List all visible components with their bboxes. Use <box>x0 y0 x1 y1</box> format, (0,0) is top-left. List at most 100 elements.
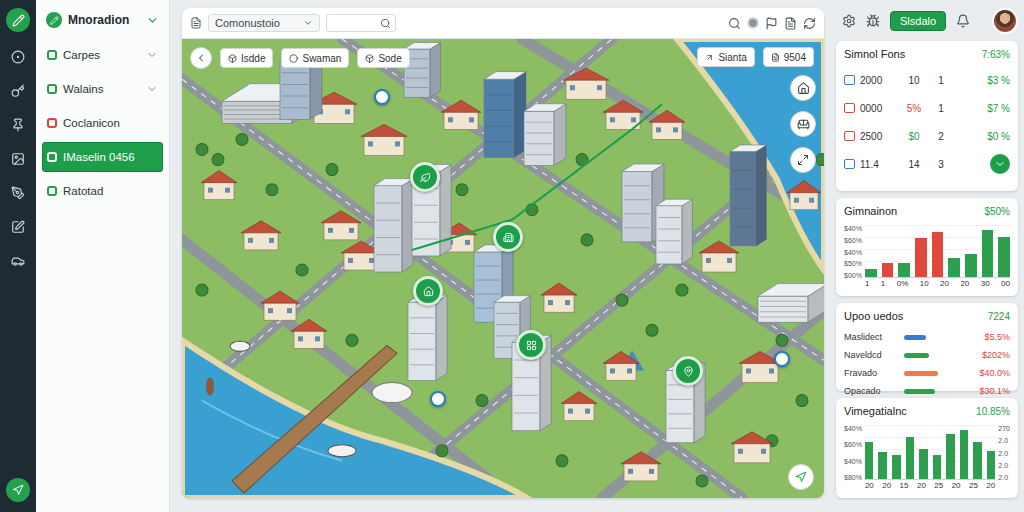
row-icon <box>844 75 855 85</box>
map-marker[interactable] <box>430 391 446 407</box>
card-header: Gimnainon$50% <box>844 205 1010 217</box>
document-icon <box>771 53 780 62</box>
rail-nav-icon[interactable] <box>9 48 27 66</box>
search-icon <box>380 18 391 29</box>
search-icon[interactable] <box>728 17 741 30</box>
chart-bar[interactable] <box>865 442 874 479</box>
sidebar-title[interactable]: Mnoradion <box>42 8 163 32</box>
chevron-icon <box>146 83 158 95</box>
y-axis: $40%$60%$40%$50%$00% <box>844 225 862 289</box>
status-dot[interactable] <box>747 17 759 29</box>
refresh-icon[interactable] <box>803 17 816 30</box>
house-icon <box>261 291 299 320</box>
flag-icon[interactable] <box>765 17 778 30</box>
folder-icon[interactable] <box>190 17 202 29</box>
chart-bar[interactable] <box>946 434 955 479</box>
settings-icon[interactable] <box>842 14 856 28</box>
rail-nav-icon[interactable] <box>9 252 27 270</box>
item-icon <box>47 152 57 162</box>
sidebar-item[interactable]: IMaselin 0456 <box>42 142 163 172</box>
stats-row: 00005%1$7 % <box>844 96 1010 120</box>
house-icon <box>787 181 821 210</box>
row-icon <box>844 131 855 141</box>
map-chip[interactable]: 9504 <box>763 47 814 67</box>
user-avatar[interactable] <box>992 8 1018 34</box>
house-icon <box>621 452 661 481</box>
card-header: Upoo uedos7224 <box>844 310 1010 322</box>
chart-bar[interactable] <box>865 269 877 277</box>
update-row: Maslidect$5.5% <box>844 330 1010 344</box>
y-axis-right: 2702.02.02.02.0 <box>998 425 1010 491</box>
map-pin[interactable] <box>673 356 703 386</box>
stats-row: 11.4143 <box>844 152 1010 176</box>
chart-bar[interactable] <box>878 452 887 479</box>
chart-bar[interactable] <box>906 437 915 479</box>
map-pin[interactable] <box>413 276 443 306</box>
rail-nav-icon[interactable] <box>9 82 27 100</box>
building-icon <box>656 199 692 264</box>
map-chip[interactable]: Sode <box>357 48 409 68</box>
rail-nav-icon[interactable] <box>9 184 27 202</box>
expand-button[interactable] <box>990 154 1010 174</box>
rail-nav-icon[interactable] <box>9 218 27 236</box>
chart-bar[interactable] <box>960 430 969 479</box>
rail-nav-icon[interactable] <box>9 116 27 134</box>
sidebar-item[interactable]: Carpes <box>42 40 163 70</box>
locate-button[interactable] <box>788 464 814 490</box>
location-select[interactable]: Comonustoio <box>208 14 320 32</box>
chart-bar[interactable] <box>982 230 994 277</box>
house-icon <box>291 319 327 348</box>
primary-button[interactable]: Slsdalo <box>890 11 946 31</box>
pin-icon <box>683 366 694 377</box>
chart-bar[interactable] <box>932 232 944 278</box>
stats-row: 2000101$3 % <box>844 68 1010 92</box>
back-button[interactable] <box>190 47 212 69</box>
map-pin[interactable] <box>493 222 523 252</box>
building-icon <box>730 145 766 246</box>
chart-bar[interactable] <box>987 451 996 479</box>
sidebar-item[interactable]: Ratotad <box>42 176 163 206</box>
document-icon[interactable] <box>784 17 797 30</box>
map-marker[interactable] <box>374 89 390 105</box>
rail-nav-icon[interactable] <box>9 150 27 168</box>
house-icon <box>561 392 597 421</box>
chart-bar[interactable] <box>998 237 1010 277</box>
search-field[interactable] <box>326 14 396 32</box>
chart-bar[interactable] <box>892 455 901 479</box>
map-chip[interactable]: Isdde <box>220 48 273 68</box>
chart-bar[interactable] <box>948 258 960 278</box>
map-area[interactable]: Isdde Swaman Sode Sianta 9504 <box>182 39 824 498</box>
home-button[interactable] <box>790 75 816 101</box>
city-map[interactable] <box>182 39 824 498</box>
item-icon <box>47 50 57 60</box>
pin-icon <box>503 232 514 243</box>
house-icon <box>649 110 685 139</box>
chart-bar[interactable] <box>973 442 982 479</box>
chart-bar[interactable] <box>882 263 894 277</box>
sidebar-item[interactable]: Coclanicon <box>42 108 163 138</box>
map-pin[interactable] <box>516 330 546 360</box>
box-icon <box>228 54 237 63</box>
logo-icon[interactable] <box>6 8 30 32</box>
bell-icon[interactable] <box>956 14 970 28</box>
house-icon <box>201 171 237 200</box>
chart-bar[interactable] <box>965 254 977 277</box>
house-icon <box>361 124 407 155</box>
navigate-icon[interactable] <box>6 478 30 502</box>
brand-icon <box>46 12 62 28</box>
bar-chart: $40%$60%$40%$50%$00%110%1020203000 <box>844 225 1010 289</box>
map-chip[interactable]: Swaman <box>281 48 349 68</box>
chart-bar[interactable] <box>919 449 928 479</box>
expand-button[interactable] <box>790 147 816 173</box>
chart-bar[interactable] <box>933 455 942 479</box>
chart-bar[interactable] <box>898 263 910 277</box>
chart-bar[interactable] <box>915 238 927 277</box>
sidebar-item[interactable]: Walains <box>42 74 163 104</box>
map-pin[interactable] <box>410 162 440 192</box>
sofa-button[interactable] <box>790 111 816 137</box>
building-icon <box>524 104 566 166</box>
bug-icon[interactable] <box>866 14 880 28</box>
update-row: Fravado$40.0% <box>844 366 1010 380</box>
map-chip[interactable]: Sianta <box>697 47 754 67</box>
map-marker[interactable] <box>774 351 790 367</box>
